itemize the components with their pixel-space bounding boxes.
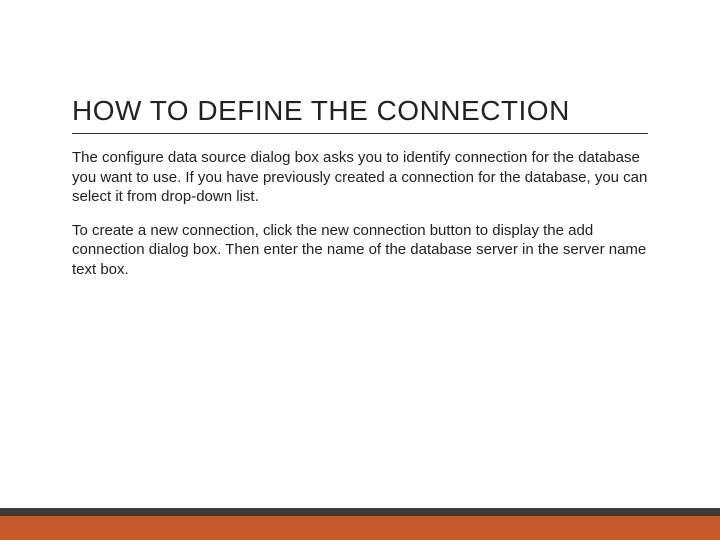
body-paragraph-2: To create a new connection, click the ne… [72, 221, 648, 280]
footer-bar [0, 508, 720, 540]
footer-dark-stripe [0, 508, 720, 516]
slide-content: HOW TO DEFINE THE CONNECTION The configu… [0, 0, 720, 279]
page-title: HOW TO DEFINE THE CONNECTION [72, 95, 648, 134]
footer-orange-stripe [0, 516, 720, 540]
body-paragraph-1: The configure data source dialog box ask… [72, 148, 648, 207]
